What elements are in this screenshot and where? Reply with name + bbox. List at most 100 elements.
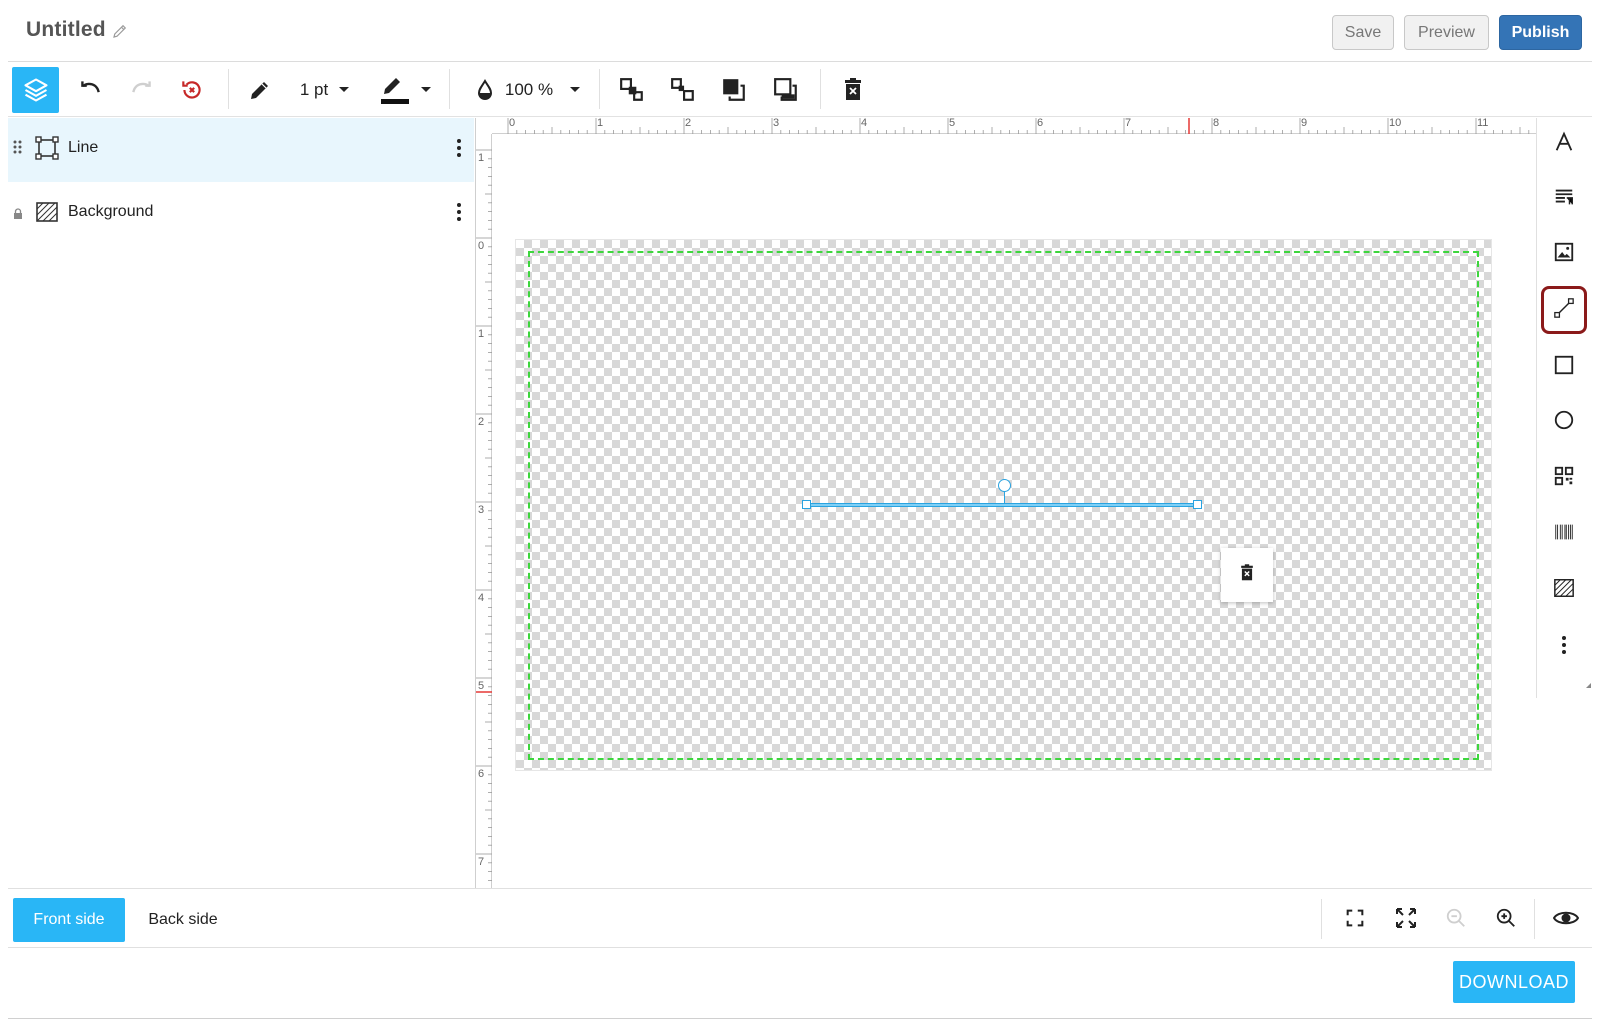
line-icon [1553,297,1575,324]
download-button[interactable]: DOWNLOAD [1453,961,1575,1003]
edit-title-icon[interactable] [111,22,129,40]
qr-code-icon [1553,465,1575,492]
more-tools-button[interactable] [1541,623,1587,671]
layer-item-line[interactable]: Line [8,118,474,182]
bring-to-front-icon [721,77,747,103]
redo-icon [129,77,155,103]
add-rectangle-tool[interactable] [1541,343,1587,391]
zoom-in-button[interactable] [1486,901,1526,939]
send-to-back-icon [773,77,799,103]
design-page[interactable] [516,240,1491,770]
send-backward-button[interactable] [665,67,701,113]
add-background-tool[interactable] [1541,566,1587,614]
add-ellipse-tool[interactable] [1541,398,1587,446]
add-text-tool[interactable] [1541,120,1587,168]
stroke-color-dropdown[interactable] [376,67,436,113]
layers-icon [22,76,50,104]
front-side-tab[interactable]: Front side [13,898,125,942]
floating-delete-button[interactable] [1221,548,1273,602]
canvas-workspace[interactable]: 0 1 2 3 4 5 6 7 8 9 10 11 1 0 1 2 3 4 5 … [475,117,1536,888]
stroke-width-value: 1 pt [299,80,329,99]
ruler-label: 3 [478,504,485,516]
undo-button[interactable] [70,67,110,113]
ruler-label: 1 [478,328,485,340]
undo-icon [77,77,103,103]
reset-button[interactable] [172,67,212,113]
ruler-vertical: 1 0 1 2 3 4 5 6 7 [476,134,492,888]
fit-to-screen-button[interactable] [1335,901,1375,939]
layers-toggle-button[interactable] [12,67,59,113]
rotate-handle-stem [1004,492,1005,503]
ruler-label: 1 [597,117,604,129]
ruler-label: 11 [1477,117,1489,129]
back-side-tab[interactable]: Back side [133,898,233,942]
ruler-label: 0 [509,117,516,129]
line-object[interactable] [806,503,1198,507]
save-button[interactable]: Save [1332,15,1394,50]
add-paragraph-tool[interactable] [1541,175,1587,223]
delete-icon [1239,563,1255,587]
stroke-width-dropdown[interactable]: 1 pt [290,67,360,113]
header: Untitled Save Preview Publish [8,0,1592,62]
fit-screen-icon [1344,907,1366,934]
ruler-label: 7 [478,856,485,868]
tools-panel [1536,118,1592,698]
chevron-down-icon [420,86,432,94]
ruler-label: 3 [773,117,780,129]
delete-icon [842,78,864,102]
paragraph-icon [1553,186,1575,213]
preview-button[interactable]: Preview [1404,15,1489,50]
rotate-handle[interactable] [998,479,1011,492]
add-barcode-tool[interactable] [1541,510,1587,558]
ruler-label: 6 [478,768,485,780]
pencil-button[interactable] [240,67,280,113]
text-icon [1553,130,1575,158]
bring-forward-button[interactable] [614,67,650,113]
redo-button[interactable] [122,67,162,113]
ruler-horizontal: 0 1 2 3 4 5 6 7 8 9 10 11 [492,117,1536,134]
add-qr-code-tool[interactable] [1541,454,1587,502]
chevron-down-icon [338,86,350,94]
bottom-divider [1534,899,1535,939]
lock-icon[interactable] [13,207,23,225]
ruler-label: 1 [478,152,485,164]
stroke-color-icon [380,74,410,106]
eye-icon [1552,908,1580,933]
resize-handle-start[interactable] [802,500,811,509]
resize-handle-end[interactable] [1193,500,1202,509]
opacity-dropdown[interactable]: 100 % [468,67,586,113]
delete-button[interactable] [835,67,871,113]
send-backward-icon [670,77,696,103]
more-vertical-icon[interactable] [456,202,462,227]
opacity-icon [473,78,497,102]
opacity-value: 100 % [504,80,554,99]
pencil-icon [248,78,272,102]
chevron-down-icon [569,86,581,94]
bottom-divider [1321,899,1322,939]
ruler-label: 4 [478,592,485,604]
more-vertical-icon[interactable] [456,138,462,163]
toolbar: 1 pt 100 % [8,63,1592,117]
drag-handle-icon[interactable] [13,140,23,163]
zoom-out-button[interactable] [1436,901,1476,939]
ruler-label: 0 [478,240,485,252]
fullscreen-button[interactable] [1386,901,1426,939]
bring-to-front-button[interactable] [716,67,752,113]
layer-label: Background [68,203,154,220]
publish-button[interactable]: Publish [1499,15,1582,50]
send-to-back-button[interactable] [768,67,804,113]
zoom-in-icon [1495,907,1517,934]
toolbar-divider [820,69,821,109]
layer-item-background[interactable]: Background [8,182,474,246]
rectangle-icon [1553,354,1575,381]
document-title[interactable]: Untitled [26,18,106,42]
editor-app: Untitled Save Preview Publish 1 pt 100 %… [0,0,1600,1022]
add-image-tool[interactable] [1541,230,1587,278]
ruler-label: 8 [1213,117,1220,129]
toolbar-divider [449,69,450,109]
ruler-label: 10 [1389,117,1402,129]
add-line-tool[interactable] [1541,286,1587,334]
preview-toggle-button[interactable] [1546,901,1586,939]
reset-icon [179,77,205,103]
ruler-ticks [507,118,1530,134]
